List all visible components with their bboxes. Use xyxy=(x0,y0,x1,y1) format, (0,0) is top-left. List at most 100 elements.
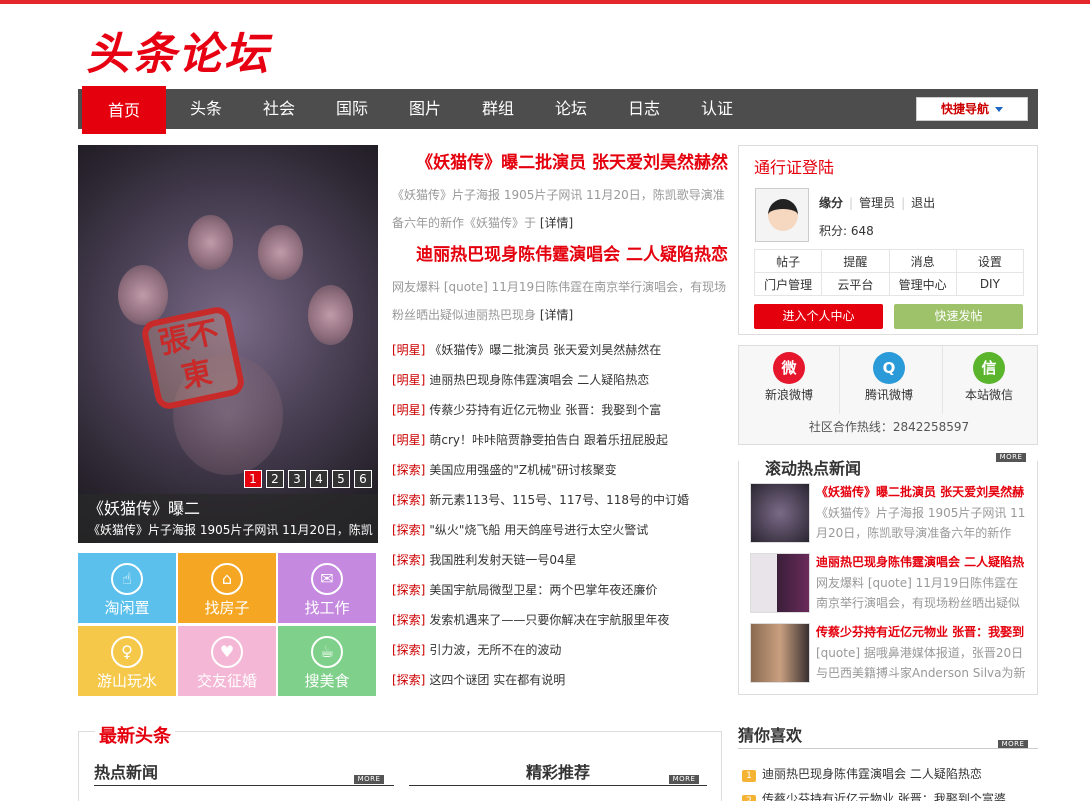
menu-portal-admin[interactable]: 门户管理 xyxy=(753,272,823,296)
tile-housing[interactable]: ⌂ 找房子 xyxy=(178,553,276,623)
thumbnail[interactable] xyxy=(750,483,810,543)
list-item[interactable]: 2 传蔡少芬持有近亿元物业 张晋：我娶到个富婆 xyxy=(742,790,1006,801)
avatar[interactable] xyxy=(755,188,809,242)
featured-more[interactable]: MORE xyxy=(669,775,699,784)
nav-item-forum[interactable]: 论坛 xyxy=(535,89,607,129)
nav-item-verify[interactable]: 认证 xyxy=(681,89,753,129)
list-item[interactable]: 1 迪丽热巴现身陈伟霆演唱会 二人疑陷热恋 xyxy=(742,765,982,782)
scroll-item-title[interactable]: 迪丽热巴现身陈伟霆演唱会 二人疑陷热 xyxy=(816,553,1028,571)
list-item[interactable]: [明星] 迪丽热巴现身陈伟霆演唱会 二人疑陷热恋 xyxy=(392,365,728,395)
news-category[interactable]: [明星] xyxy=(392,373,425,387)
news-category[interactable]: [探索] xyxy=(392,553,425,567)
headline-title[interactable]: 《妖猫传》曝二批演员 张天爱刘昊然赫然 xyxy=(392,145,728,181)
list-item[interactable]: [明星] 《妖猫传》曝二批演员 张天爱刘昊然赫然在 xyxy=(392,335,728,365)
quick-nav-dropdown[interactable]: 快捷导航 xyxy=(916,97,1028,121)
slide-dot-2[interactable]: 2 xyxy=(266,470,284,488)
tencent-weibo-link[interactable]: Q 腾讯微博 xyxy=(839,352,939,408)
slide-caption[interactable]: 《妖猫传》曝二 《妖猫传》片子海报 1905片子网讯 11月20日，陈凯 xyxy=(78,494,378,543)
list-item[interactable]: [探索] 我国胜利发射天链一号04星 xyxy=(392,545,728,575)
role-link[interactable]: 管理员 xyxy=(859,196,895,210)
scroll-item-title[interactable]: 《妖猫传》曝二批演员 张天爱刘昊然赫 xyxy=(816,483,1028,501)
user-line: 缘分 | 管理员 | 退出 xyxy=(819,194,935,211)
detail-link[interactable]: [详情] xyxy=(540,216,573,230)
wechat-link[interactable]: 信本站微信 xyxy=(939,352,1039,408)
menu-reminders[interactable]: 提醒 xyxy=(821,249,890,273)
list-item[interactable]: [探索] "纵火"烧飞船 用天鸽座号进行太空火警试 xyxy=(392,515,728,545)
list-item[interactable]: 迪丽热巴现身陈伟霆演唱会 二人疑陷热 网友爆料 [quote] 11月19日陈伟… xyxy=(750,553,1030,615)
list-item[interactable]: [探索] 美国宇航局微型卫星：两个巴掌年夜还廉价 xyxy=(392,575,728,605)
slide-dot-5[interactable]: 5 xyxy=(332,470,350,488)
tile-jobs[interactable]: ✉ 找工作 xyxy=(278,553,376,623)
nav-item-society[interactable]: 社会 xyxy=(243,89,315,129)
tile-travel[interactable]: ♀ 游山玩水 xyxy=(78,626,176,696)
caret-down-icon xyxy=(995,107,1003,112)
headline-block: 《妖猫传》曝二批演员 张天爱刘昊然赫然 《妖猫传》片子海报 1905片子网讯 1… xyxy=(392,145,728,329)
personal-center-button[interactable]: 进入个人中心 xyxy=(754,304,883,329)
user-menu-grid: 帖子 提醒 消息 设置 门户管理 云平台 管理中心 DIY xyxy=(753,249,1025,296)
news-category[interactable]: [明星] xyxy=(392,433,425,447)
list-item[interactable]: [明星] 萌cry！咔咔陪贾静雯拍告白 跟着乐扭屁股起 xyxy=(392,425,728,455)
house-icon: ⌂ xyxy=(211,563,243,595)
tile-food[interactable]: ☕ 搜美食 xyxy=(278,626,376,696)
food-icon: ☕ xyxy=(311,636,343,668)
sina-weibo-link[interactable]: 微新浪微博 xyxy=(739,352,839,408)
hiker-icon: ♀ xyxy=(111,636,143,668)
menu-messages[interactable]: 消息 xyxy=(888,249,957,273)
menu-cloud[interactable]: 云平台 xyxy=(821,272,890,296)
list-item[interactable]: [探索] 美国应用强盛的"Z机械"研讨核聚变 xyxy=(392,455,728,485)
rank-badge: 1 xyxy=(742,770,756,782)
list-item[interactable]: [探索] 新元素113号、115号、117号、118号的中订婚 xyxy=(392,485,728,515)
menu-settings[interactable]: 设置 xyxy=(955,249,1025,273)
slide-dot-4[interactable]: 4 xyxy=(310,470,328,488)
divider xyxy=(738,748,1038,749)
slide-pagination: 123456 xyxy=(244,470,376,488)
nav-item-pictures[interactable]: 图片 xyxy=(389,89,461,129)
nav-item-home[interactable]: 首页 xyxy=(82,84,166,134)
menu-diy[interactable]: DIY xyxy=(955,272,1025,296)
featured-title: 精彩推荐 xyxy=(526,763,591,782)
nav-item-international[interactable]: 国际 xyxy=(316,89,388,129)
logout-link[interactable]: 退出 xyxy=(911,196,935,210)
tile-secondhand[interactable]: ☝ 淘闲置 xyxy=(78,553,176,623)
username-link[interactable]: 缘分 xyxy=(819,196,843,210)
menu-admin-center[interactable]: 管理中心 xyxy=(888,272,957,296)
scroll-item-desc: [quote] 据哦鼻港媒体报道，张晋20日与巴西美籍搏斗家Anderson S… xyxy=(816,646,1026,680)
tencent-weibo-icon: Q xyxy=(873,352,905,384)
list-item[interactable]: [探索] 发索机遇来了——只要你解决在宇航服里年夜 xyxy=(392,605,728,635)
news-category[interactable]: [探索] xyxy=(392,613,425,627)
news-category[interactable]: [明星] xyxy=(392,343,425,357)
headline-title[interactable]: 迪丽热巴现身陈伟霆演唱会 二人疑陷热恋 xyxy=(392,237,728,273)
news-category[interactable]: [明星] xyxy=(392,403,425,417)
list-item[interactable]: 《妖猫传》曝二批演员 张天爱刘昊然赫 《妖猫传》片子海报 1905片子网讯 11… xyxy=(750,483,1030,545)
thumbnail[interactable] xyxy=(750,623,810,683)
news-category[interactable]: [探索] xyxy=(392,673,425,687)
hand-icon: ☝ xyxy=(111,563,143,595)
menu-posts[interactable]: 帖子 xyxy=(753,249,823,273)
mail-icon: ✉ xyxy=(311,563,343,595)
paw-image-toe xyxy=(118,265,168,325)
scroll-item-title[interactable]: 传蔡少芬持有近亿元物业 张晋：我娶到 xyxy=(816,623,1028,641)
slide-dot-3[interactable]: 3 xyxy=(288,470,306,488)
list-item[interactable]: 传蔡少芬持有近亿元物业 张晋：我娶到 [quote] 据哦鼻港媒体报道，张晋20… xyxy=(750,623,1030,685)
nav-item-blog[interactable]: 日志 xyxy=(608,89,680,129)
nav-item-headlines[interactable]: 头条 xyxy=(170,89,242,129)
scroll-news-panel: 滚动热点新闻 《妖猫传》曝二批演员 张天爱刘昊然赫 《妖猫传》片子海报 1905… xyxy=(738,455,1038,695)
detail-link[interactable]: [详情] xyxy=(540,308,573,322)
news-category[interactable]: [探索] xyxy=(392,643,425,657)
quick-post-button[interactable]: 快速发帖 xyxy=(894,304,1023,329)
nav-item-groups[interactable]: 群组 xyxy=(462,89,534,129)
news-category[interactable]: [探索] xyxy=(392,463,425,477)
news-category[interactable]: [探索] xyxy=(392,523,425,537)
list-item[interactable]: [明星] 传蔡少芬持有近亿元物业 张晋：我娶到个富 xyxy=(392,395,728,425)
tile-dating[interactable]: ♥ 交友征婚 xyxy=(178,626,276,696)
slideshow[interactable]: 張不東 123456 《妖猫传》曝二 《妖猫传》片子海报 1905片子网讯 11… xyxy=(78,145,378,543)
list-item[interactable]: [探索] 引力波，无所不在的波动 xyxy=(392,635,728,665)
hot-news-more[interactable]: MORE xyxy=(354,775,384,784)
site-logo[interactable]: 头条论坛 xyxy=(86,18,270,82)
thumbnail[interactable] xyxy=(750,553,810,613)
slide-dot-6[interactable]: 6 xyxy=(354,470,372,488)
news-category[interactable]: [探索] xyxy=(392,493,425,507)
slide-dot-1[interactable]: 1 xyxy=(244,470,262,488)
news-category[interactable]: [探索] xyxy=(392,583,425,597)
list-item[interactable]: [探索] 这四个谜团 实在都有说明 xyxy=(392,665,728,695)
